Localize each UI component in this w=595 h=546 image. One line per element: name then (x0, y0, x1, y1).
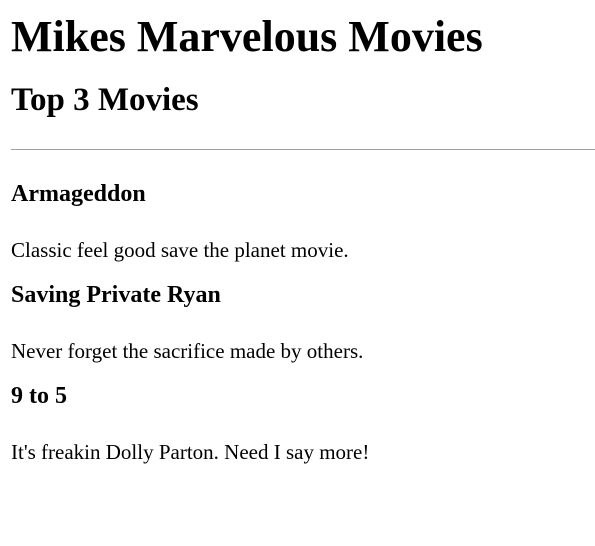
movie-title: Saving Private Ryan (11, 282, 221, 308)
movie-item: Saving Private Ryan Never forget the sac… (11, 281, 595, 364)
movie-title: Armageddon (11, 181, 146, 207)
divider (11, 149, 595, 150)
site-title: Mikes Marvelous Movies (11, 12, 483, 61)
movie-title: 9 to 5 (11, 383, 67, 409)
page: Mikes Marvelous Movies Top 3 Movies Arma… (0, 0, 595, 465)
movie-item: Armageddon Classic feel good save the pl… (11, 180, 595, 263)
movie-description: Never forget the sacrifice made by other… (11, 339, 364, 363)
movie-item: 9 to 5 It's freakin Dolly Parton. Need I… (11, 382, 595, 465)
movie-description: It's freakin Dolly Parton. Need I say mo… (11, 440, 370, 464)
movie-list: Armageddon Classic feel good save the pl… (11, 180, 595, 465)
movie-description: Classic feel good save the planet movie. (11, 238, 349, 262)
section-title: Top 3 Movies (11, 82, 199, 118)
